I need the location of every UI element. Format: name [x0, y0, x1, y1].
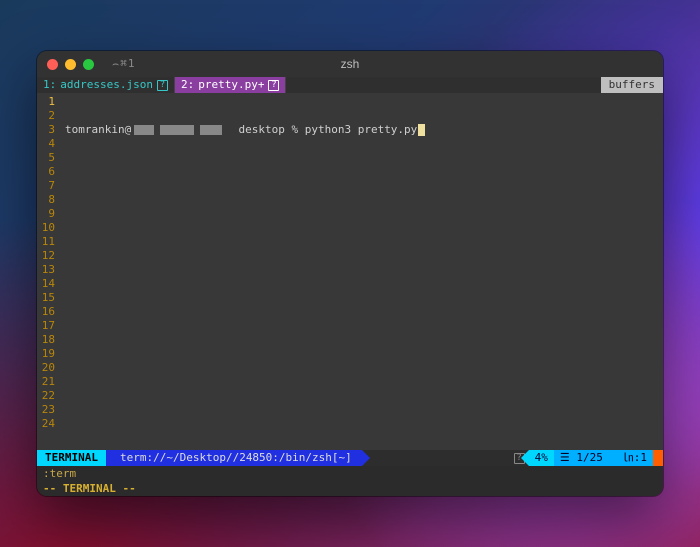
status-line-info: ☰ 1/25 ㏑:1 [554, 450, 653, 466]
hostname-redacted [134, 125, 154, 135]
buffer-index: 1: [43, 77, 56, 93]
buffer-tab-2[interactable]: 2: pretty.py+ ? [175, 77, 286, 93]
line-number: 23 [39, 403, 55, 417]
hostname-redacted [160, 125, 194, 135]
help-icon: ? [268, 80, 279, 91]
line-number: 14 [39, 277, 55, 291]
prompt-symbol: % [291, 123, 298, 137]
help-icon: ? [157, 80, 168, 91]
prompt-path: desktop [238, 123, 284, 137]
line-number: 24 [39, 417, 55, 431]
buffer-bar: 1: addresses.json ? 2: pretty.py+ ? buff… [37, 77, 663, 93]
status-mode: TERMINAL [37, 450, 106, 466]
status-percent: 4% [529, 450, 554, 466]
line-number: 8 [39, 193, 55, 207]
line-number: 7 [39, 179, 55, 193]
line-number: 22 [39, 389, 55, 403]
line-number: 21 [39, 375, 55, 389]
terminal-content[interactable]: tomrankin@ desktop % python3 pretty.py [61, 93, 663, 450]
line-number: 15 [39, 291, 55, 305]
buffer-name: addresses.json [60, 77, 153, 93]
status-path: term://~/Desktop//24850:/bin/zsh[~] [106, 450, 362, 466]
buffer-tab-1[interactable]: 1: addresses.json ? [37, 77, 175, 93]
buffers-label: buffers [601, 77, 663, 93]
line-number: 4 [39, 137, 55, 151]
titlebar: ⌢⌘1 zsh [37, 51, 663, 77]
mode-message: -- TERMINAL -- [37, 481, 663, 496]
line-number: 6 [39, 165, 55, 179]
line-number: 1 [39, 95, 55, 109]
command-text: python3 pretty.py [305, 123, 418, 137]
status-mid: ? [362, 450, 529, 466]
status-bar: TERMINAL term://~/Desktop//24850:/bin/zs… [37, 450, 663, 466]
line-number: 16 [39, 305, 55, 319]
cursor-icon [418, 124, 425, 136]
line-number: 13 [39, 263, 55, 277]
line-number: 3 [39, 123, 55, 137]
spacer [286, 77, 600, 93]
status-end-cap [653, 450, 663, 466]
buffer-name: pretty.py+ [198, 77, 264, 93]
line-number: 11 [39, 235, 55, 249]
close-icon[interactable] [47, 59, 58, 70]
line-number: 18 [39, 333, 55, 347]
prompt-line: tomrankin@ desktop % python3 pretty.py [65, 123, 659, 137]
command-line[interactable]: :term [37, 466, 663, 481]
line-number: 17 [39, 319, 55, 333]
line-number: 2 [39, 109, 55, 123]
line-number: 10 [39, 221, 55, 235]
terminal-window: ⌢⌘1 zsh 1: addresses.json ? 2: pretty.py… [37, 51, 663, 496]
line-number-gutter: 123456789101112131415161718192021222324 [37, 93, 61, 450]
zoom-icon[interactable] [83, 59, 94, 70]
prompt-user: tomrankin@ [65, 123, 131, 137]
line-number: 20 [39, 361, 55, 375]
line-number: 12 [39, 249, 55, 263]
line-number: 5 [39, 151, 55, 165]
buffer-index: 2: [181, 77, 194, 93]
line-number: 19 [39, 347, 55, 361]
minimize-icon[interactable] [65, 59, 76, 70]
tab-indicator: ⌢⌘1 [112, 57, 135, 71]
hostname-redacted [200, 125, 222, 135]
editor-area[interactable]: 123456789101112131415161718192021222324 … [37, 93, 663, 450]
window-controls [47, 59, 94, 70]
line-number: 9 [39, 207, 55, 221]
